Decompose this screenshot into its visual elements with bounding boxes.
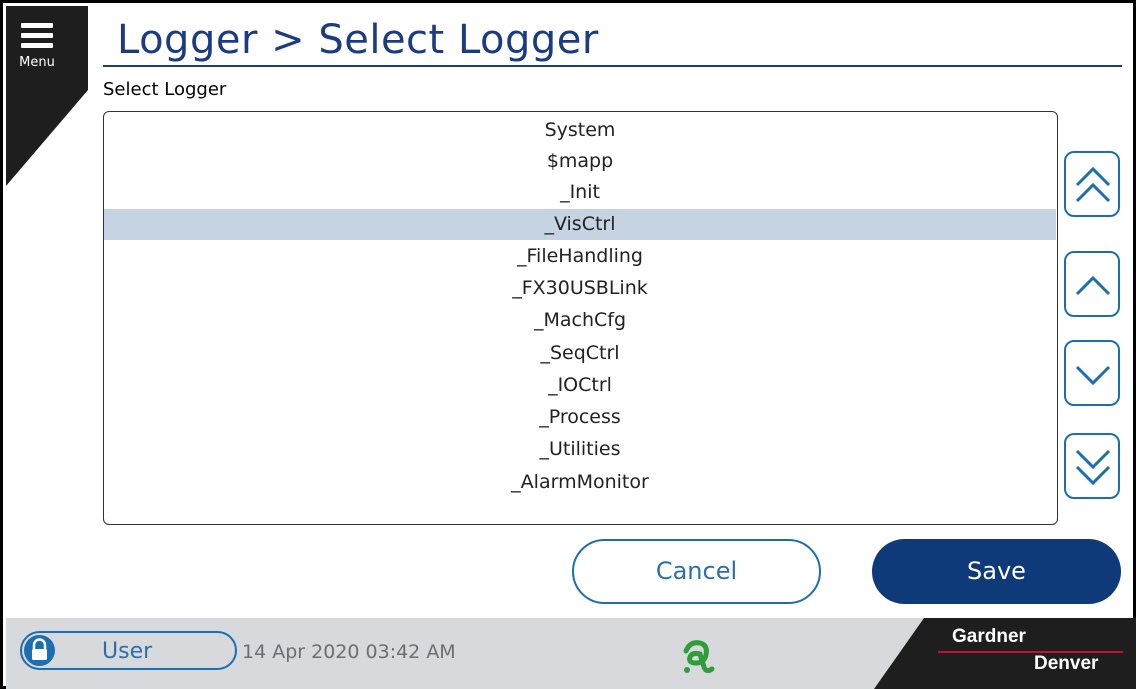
list-item[interactable]: _FileHandling: [104, 241, 1056, 272]
menu-label: Menu: [19, 55, 55, 70]
list-item[interactable]: _SeqCtrl: [104, 338, 1056, 369]
list-item[interactable]: _Init: [104, 177, 1056, 208]
brand-name-line2: Denver: [1034, 653, 1099, 674]
save-button[interactable]: Save: [872, 539, 1121, 604]
list-item[interactable]: _IOCtrl: [104, 370, 1056, 401]
list-item[interactable]: _FX30USBLink: [104, 273, 1056, 304]
line-up-button[interactable]: [1064, 251, 1120, 317]
double-chevron-down-icon: [1075, 449, 1111, 486]
list-item[interactable]: _Utilities: [104, 434, 1056, 465]
double-chevron-up-icon: [1075, 166, 1111, 203]
cancel-button[interactable]: Cancel: [572, 539, 821, 604]
status-bar: User 14 Apr 2020 03:42 AM Gardner Denver: [6, 618, 1136, 689]
screen-frame: Menu Logger > Select Logger Select Logge…: [0, 0, 1136, 689]
page-title: Logger > Select Logger: [117, 17, 599, 63]
list-item[interactable]: System: [104, 115, 1056, 146]
menu-panel: [6, 6, 88, 186]
login-button[interactable]: User: [20, 631, 237, 670]
line-down-button[interactable]: [1064, 340, 1120, 406]
brand-name-line1: Gardner: [952, 626, 1026, 647]
user-label: User: [102, 639, 153, 664]
list-item[interactable]: $mapp: [104, 146, 1056, 177]
logger-list[interactable]: System $mapp _Init _VisCtrl _FileHandlin…: [103, 111, 1058, 525]
chevron-down-icon: [1075, 365, 1111, 386]
list-item[interactable]: _AlarmMonitor: [104, 467, 1056, 498]
hamburger-icon: [21, 23, 53, 49]
list-item-selected[interactable]: _VisCtrl: [104, 209, 1056, 240]
page-up-button[interactable]: [1064, 151, 1120, 217]
lock-icon: [24, 635, 55, 666]
company-logo-icon: [683, 640, 715, 674]
page-down-button[interactable]: [1064, 433, 1120, 499]
chevron-up-icon: [1075, 275, 1111, 296]
list-item[interactable]: _MachCfg: [104, 305, 1056, 336]
section-label: Select Logger: [103, 79, 227, 100]
list-item[interactable]: _Process: [104, 402, 1056, 433]
menu-button[interactable]: Menu: [9, 15, 67, 77]
title-underline: [103, 65, 1122, 67]
datetime-display: 14 Apr 2020 03:42 AM: [242, 641, 456, 663]
